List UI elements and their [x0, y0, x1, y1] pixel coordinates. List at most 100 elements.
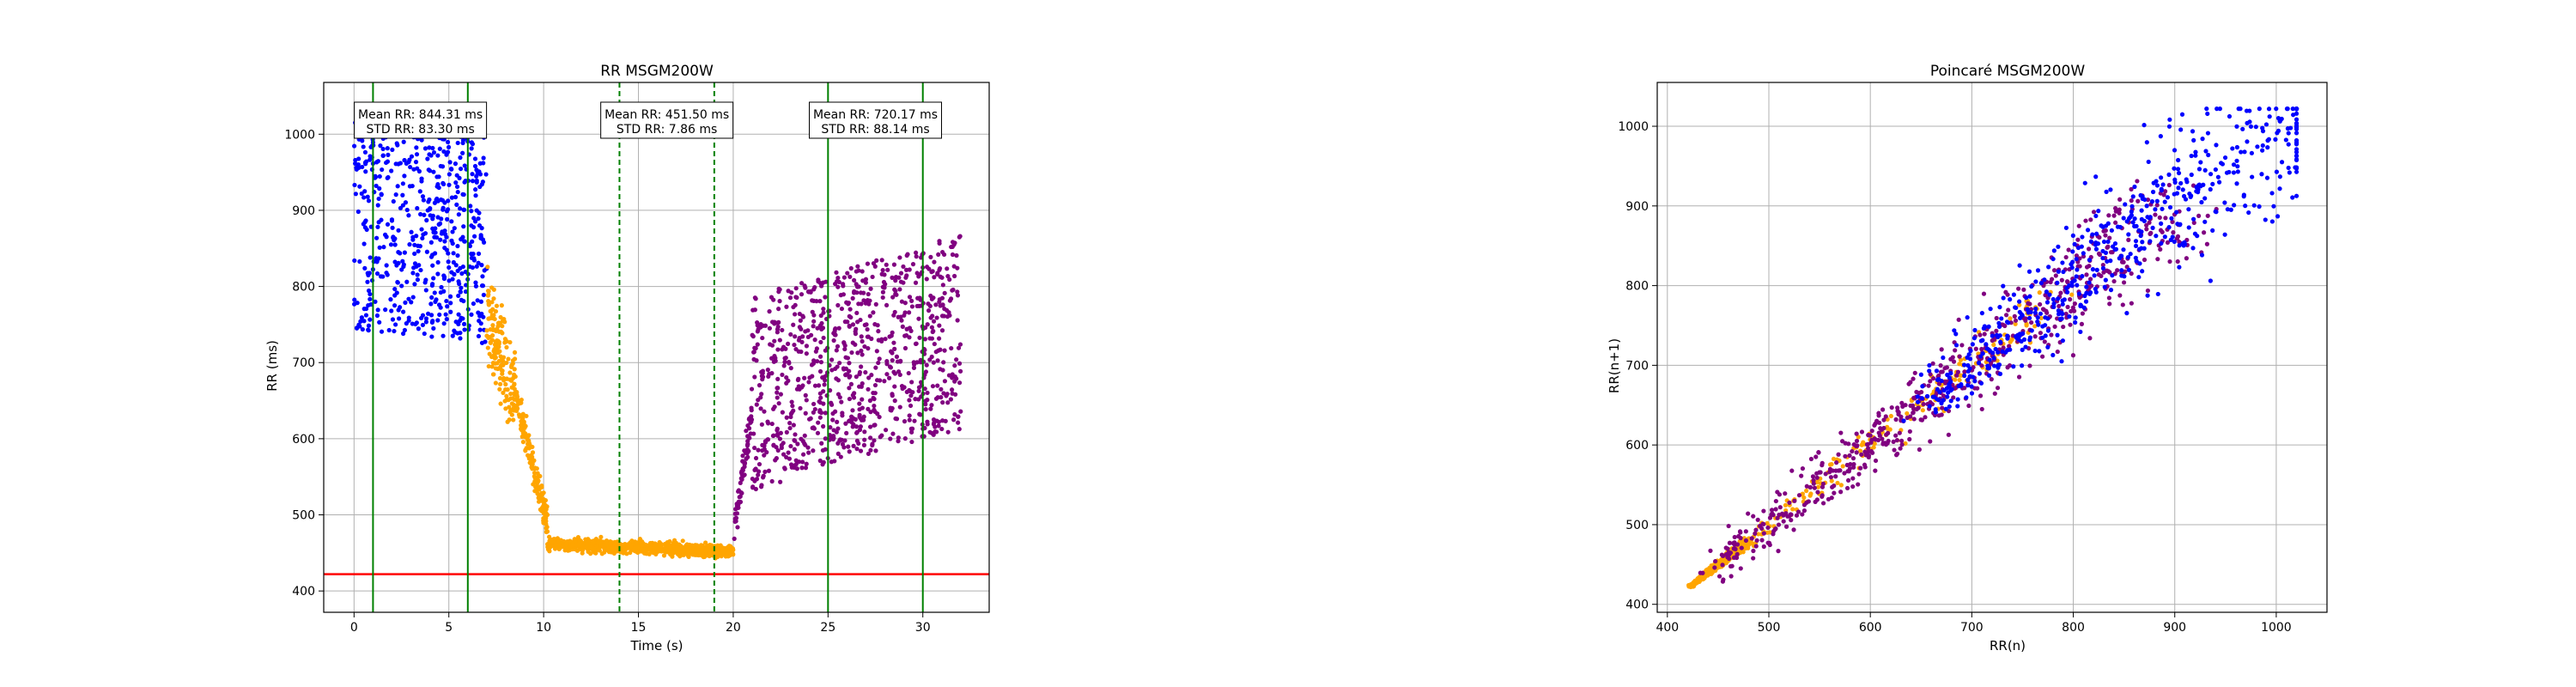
data-point [2035, 315, 2040, 320]
data-point [1978, 332, 1983, 337]
data-point [947, 277, 952, 283]
data-point [835, 419, 840, 424]
data-point [2290, 195, 2295, 200]
data-point [486, 301, 491, 307]
data-point [932, 341, 937, 347]
data-point [410, 271, 416, 276]
y-tick-label: 1000 [284, 128, 315, 142]
data-point [816, 383, 822, 388]
data-point [2037, 349, 2042, 354]
data-point [818, 395, 823, 400]
data-point [573, 538, 579, 544]
data-point [740, 453, 745, 459]
data-point [1938, 363, 1943, 368]
data-point [941, 360, 946, 365]
data-point [860, 397, 865, 402]
chart-title: RR MSGM200W [600, 63, 714, 80]
data-point [752, 307, 757, 313]
data-point [407, 184, 413, 189]
data-point [392, 242, 398, 247]
data-point [1738, 530, 1743, 535]
data-point [1790, 507, 1795, 512]
stats-annotation: Mean RR: 844.31 msSTD RR: 83.30 ms [354, 101, 488, 139]
data-point [929, 430, 934, 436]
data-point [380, 153, 386, 158]
data-point [902, 436, 908, 441]
data-point [428, 168, 433, 173]
data-point [392, 328, 397, 334]
data-point [507, 417, 512, 423]
data-point [893, 289, 898, 294]
data-point [860, 405, 866, 410]
data-point [498, 322, 503, 327]
data-point [593, 549, 598, 554]
data-point [2084, 272, 2089, 277]
data-point [459, 285, 464, 290]
data-point [952, 273, 957, 279]
data-point [907, 413, 912, 418]
data-point [781, 344, 787, 350]
data-point [1716, 574, 1722, 579]
data-point [491, 372, 496, 377]
data-point [844, 430, 849, 435]
data-point [385, 159, 391, 164]
data-point [2040, 354, 2045, 359]
data-point [787, 425, 793, 431]
data-point [2119, 268, 2124, 273]
data-point [2275, 131, 2280, 136]
data-point [637, 538, 642, 544]
data-point [2191, 137, 2196, 143]
data-point [837, 361, 842, 366]
data-point [1981, 291, 1987, 296]
data-point [395, 279, 400, 285]
data-point [744, 449, 750, 455]
data-point [783, 356, 788, 361]
data-point [477, 184, 483, 190]
data-point [2043, 315, 2048, 320]
data-point [428, 205, 433, 211]
data-point [1919, 396, 1924, 401]
data-point [776, 286, 781, 291]
data-point [848, 307, 853, 312]
data-point [780, 372, 785, 378]
data-point [784, 415, 789, 420]
data-point [445, 304, 450, 309]
data-point [845, 356, 851, 361]
data-point [1844, 485, 1850, 491]
data-point [735, 525, 740, 530]
data-point [937, 240, 942, 246]
data-point [2235, 169, 2240, 174]
data-point [1829, 478, 1834, 483]
data-point [858, 448, 864, 453]
data-point [669, 547, 674, 552]
y-tick-label: 400 [1625, 599, 1649, 612]
data-point [1823, 471, 1828, 477]
data-point [352, 301, 357, 307]
data-point [2087, 336, 2093, 341]
data-point [2257, 204, 2262, 210]
data-point [2112, 246, 2117, 252]
data-point [928, 315, 933, 320]
data-point [2293, 157, 2300, 162]
data-point [904, 273, 909, 278]
data-point [2106, 295, 2111, 301]
data-point [873, 365, 878, 370]
data-point [1957, 377, 1962, 383]
data-point [2255, 144, 2260, 149]
data-point [445, 149, 451, 155]
data-point [442, 239, 447, 244]
data-point [879, 337, 884, 342]
data-point [523, 448, 528, 453]
data-point [775, 395, 780, 400]
data-point [484, 328, 489, 333]
data-point [907, 310, 912, 315]
data-point [2286, 165, 2291, 171]
data-point [862, 437, 867, 442]
data-point [544, 521, 549, 527]
data-point [2231, 170, 2237, 175]
data-point [847, 449, 852, 454]
data-point [356, 156, 361, 161]
data-point [1807, 493, 1813, 498]
data-point [2204, 106, 2209, 112]
data-point [839, 306, 844, 312]
